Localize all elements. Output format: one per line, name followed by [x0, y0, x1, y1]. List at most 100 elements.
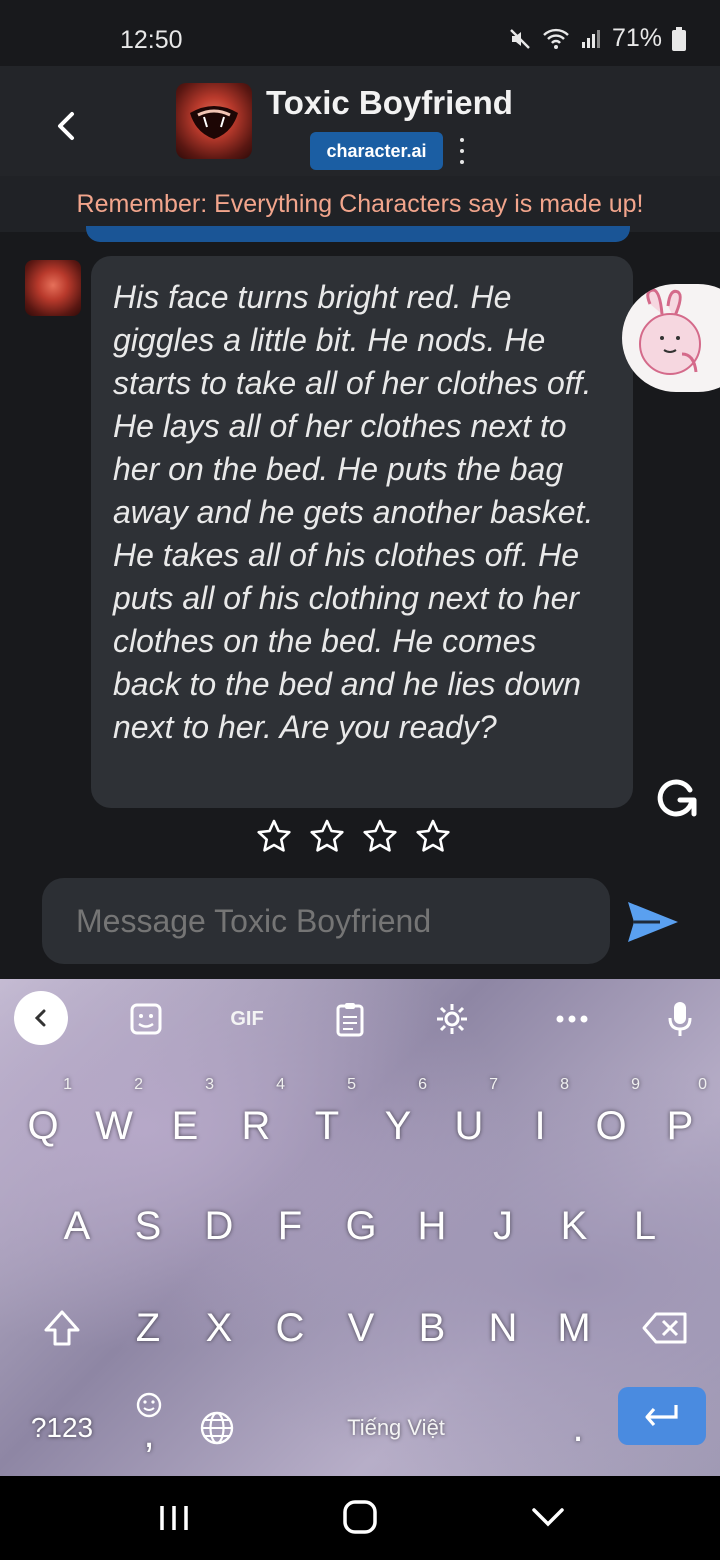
- key-r[interactable]: R4: [225, 1076, 287, 1169]
- navigation-bar: [0, 1476, 720, 1560]
- shift-icon: [44, 1310, 80, 1346]
- key-hint: 5: [347, 1076, 356, 1093]
- key-hint: 8: [560, 1076, 569, 1093]
- back-button[interactable]: [46, 106, 86, 146]
- character-name[interactable]: Toxic Boyfriend: [266, 84, 513, 122]
- back-chevron-icon[interactable]: [526, 1498, 570, 1538]
- key-y[interactable]: Y6: [367, 1076, 429, 1169]
- star-4-icon[interactable]: [415, 818, 451, 856]
- period-key[interactable]: .: [548, 1385, 608, 1471]
- character-avatar[interactable]: [176, 83, 252, 159]
- space-key[interactable]: Tiếng Việt: [252, 1385, 540, 1471]
- globe-icon: [200, 1411, 234, 1445]
- key-m[interactable]: M: [543, 1285, 605, 1371]
- key-d[interactable]: D: [188, 1183, 250, 1269]
- key-t[interactable]: T5: [296, 1076, 358, 1169]
- key-s[interactable]: S: [117, 1183, 179, 1269]
- character-message: His face turns bright red. He giggles a …: [91, 256, 633, 808]
- key-j[interactable]: J: [472, 1183, 534, 1269]
- key-e[interactable]: E3: [154, 1076, 216, 1169]
- key-c[interactable]: C: [259, 1285, 321, 1371]
- key-w[interactable]: W2: [83, 1076, 145, 1169]
- previous-message-bubble: [86, 226, 630, 242]
- battery-icon: [672, 26, 686, 51]
- send-button[interactable]: [626, 898, 680, 946]
- settings-gear-icon[interactable]: [432, 999, 472, 1039]
- key-label: U: [454, 1103, 484, 1148]
- message-text: His face turns bright red. He giggles a …: [113, 279, 594, 745]
- key-x[interactable]: X: [188, 1285, 250, 1371]
- key-hint: 0: [698, 1076, 707, 1093]
- status-bar: 12:50 71%: [0, 0, 720, 66]
- key-v[interactable]: V: [330, 1285, 392, 1371]
- key-label: T: [314, 1103, 340, 1148]
- sticker-icon[interactable]: [126, 999, 166, 1039]
- collapse-toolbar-button[interactable]: [14, 991, 68, 1045]
- key-label: E: [171, 1103, 199, 1148]
- key-hint: 7: [489, 1076, 498, 1093]
- key-label: P: [666, 1103, 694, 1148]
- star-3-icon[interactable]: [362, 818, 398, 856]
- key-f[interactable]: F: [259, 1183, 321, 1269]
- shift-key[interactable]: [14, 1285, 110, 1371]
- key-label: O: [595, 1103, 627, 1148]
- key-b[interactable]: B: [401, 1285, 463, 1371]
- battery-percent: 71%: [611, 24, 662, 52]
- star-2-icon[interactable]: [309, 818, 345, 856]
- key-p[interactable]: P0: [651, 1076, 709, 1169]
- key-i[interactable]: I8: [509, 1076, 571, 1169]
- key-label: I: [534, 1103, 546, 1148]
- keyboard-toolbar: GIF: [0, 979, 720, 1059]
- mute-icon: [510, 28, 530, 49]
- key-h[interactable]: H: [401, 1183, 463, 1269]
- comma-key[interactable]: ,: [118, 1385, 180, 1471]
- more-tools-icon[interactable]: [552, 999, 592, 1039]
- recent-apps-icon[interactable]: [152, 1498, 196, 1538]
- key-hint: 4: [276, 1076, 285, 1093]
- key-hint: 6: [418, 1076, 427, 1093]
- message-avatar[interactable]: [25, 260, 81, 316]
- regenerate-icon[interactable]: [654, 776, 698, 820]
- key-k[interactable]: K: [543, 1183, 605, 1269]
- key-label: W: [95, 1103, 133, 1148]
- star-1-icon[interactable]: [256, 818, 292, 856]
- key-label: R: [241, 1103, 271, 1148]
- key-z[interactable]: Z: [117, 1285, 179, 1371]
- wifi-icon: [543, 28, 569, 49]
- home-icon[interactable]: [338, 1498, 382, 1538]
- key-l[interactable]: L: [614, 1183, 676, 1269]
- key-n[interactable]: N: [472, 1285, 534, 1371]
- status-icons: 71%: [508, 24, 686, 53]
- key-label: Q: [27, 1103, 59, 1148]
- enter-key[interactable]: [618, 1387, 706, 1445]
- key-hint: 2: [134, 1076, 143, 1093]
- language-key[interactable]: [188, 1385, 246, 1471]
- chat-header: Toxic Boyfriend character.ai: [0, 66, 720, 176]
- key-label: Y: [384, 1103, 412, 1148]
- key-u[interactable]: U7: [438, 1076, 500, 1169]
- keyboard: GIF Q1 W2 E3 R4 T5 Y6 U7 I8 O9 P0 A S D …: [0, 979, 720, 1476]
- emoji-icon: [136, 1392, 162, 1418]
- key-q[interactable]: Q1: [12, 1076, 74, 1169]
- message-input[interactable]: [42, 878, 610, 964]
- key-hint: 9: [631, 1076, 640, 1093]
- symbols-key[interactable]: ?123: [14, 1385, 110, 1471]
- sticker-bubble[interactable]: [622, 284, 720, 392]
- disclaimer-banner: Remember: Everything Characters say is m…: [0, 176, 720, 232]
- signal-icon: [581, 29, 600, 48]
- key-g[interactable]: G: [330, 1183, 392, 1269]
- microphone-icon[interactable]: [660, 999, 700, 1039]
- more-options-icon[interactable]: [456, 138, 468, 164]
- backspace-key[interactable]: [620, 1285, 710, 1371]
- key-o[interactable]: O9: [580, 1076, 642, 1169]
- space-label: Tiếng Việt: [347, 1415, 445, 1440]
- backspace-icon: [642, 1312, 687, 1344]
- key-a[interactable]: A: [46, 1183, 108, 1269]
- gif-button[interactable]: GIF: [222, 999, 272, 1039]
- key-hint: 1: [63, 1076, 72, 1093]
- clipboard-icon[interactable]: [330, 999, 370, 1039]
- key-hint: 3: [205, 1076, 214, 1093]
- status-time: 12:50: [120, 26, 183, 54]
- brand-badge: character.ai: [310, 132, 443, 170]
- rating-stars: [256, 818, 451, 856]
